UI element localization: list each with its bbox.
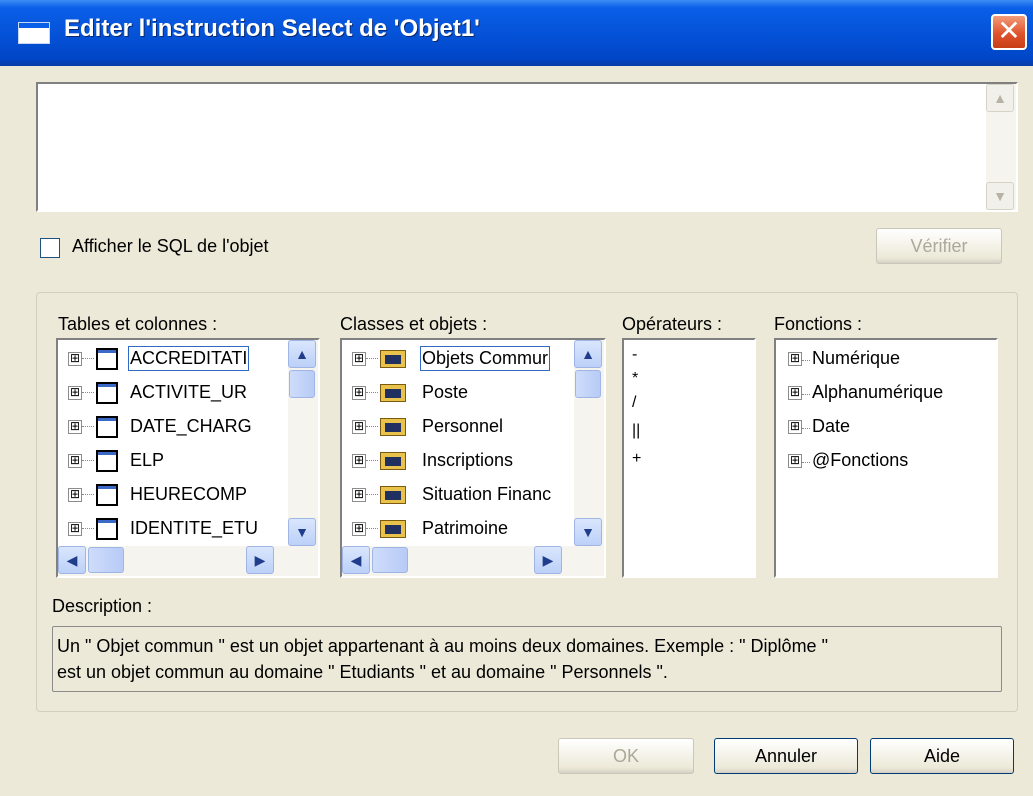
sql-editor-scrollbar[interactable]: ▲ ▼ xyxy=(986,84,1016,210)
tree-item-label: Situation Financ xyxy=(422,484,552,504)
table-icon xyxy=(96,416,118,438)
description-text-line: est un objet commun au domaine " Etudian… xyxy=(57,662,668,682)
tree-item-label: Patrimoine xyxy=(422,518,509,538)
expand-icon[interactable]: ⊞ xyxy=(788,386,802,400)
tree-item-label: ELP xyxy=(130,450,165,470)
class-folder-icon xyxy=(380,520,406,538)
ok-button[interactable]: OK xyxy=(558,738,694,774)
expand-icon[interactable]: ⊞ xyxy=(68,488,82,502)
tree-item-label: Poste xyxy=(422,382,469,402)
tables-hscrollbar[interactable]: ◀ ▶ xyxy=(58,546,318,576)
window-icon xyxy=(18,22,50,44)
classes-tree[interactable]: ⊞ Objets Commur ⊞ Poste ⊞ Personnel ⊞ In… xyxy=(340,338,606,578)
operator-item[interactable]: || xyxy=(632,422,640,440)
expand-icon[interactable]: ⊞ xyxy=(352,352,366,366)
scroll-up-icon[interactable]: ▲ xyxy=(574,340,602,368)
scroll-thumb[interactable] xyxy=(289,370,315,398)
tables-tree[interactable]: ⊞ ACCREDITATI ⊞ ACTIVITE_UR ⊞ DATE_CHARG… xyxy=(56,338,320,578)
tables-vscrollbar[interactable]: ▲ ▼ xyxy=(288,340,318,546)
tree-item-label: DATE_CHARG xyxy=(130,416,252,436)
help-button[interactable]: Aide xyxy=(870,738,1014,774)
tree-item-label: HEURECOMP xyxy=(130,484,248,504)
scroll-left-icon[interactable]: ◀ xyxy=(58,546,86,574)
tree-item-label: ACTIVITE_UR xyxy=(130,382,248,402)
class-folder-icon xyxy=(380,418,406,436)
table-icon xyxy=(96,348,118,370)
expand-icon[interactable]: ⊞ xyxy=(352,454,366,468)
description-box: Un " Objet commun " est un objet apparte… xyxy=(52,626,1002,692)
expand-icon[interactable]: ⊞ xyxy=(352,522,366,536)
expand-icon[interactable]: ⊞ xyxy=(788,420,802,434)
sql-editor[interactable]: ▲ ▼ xyxy=(36,82,1018,212)
class-folder-icon xyxy=(380,452,406,470)
scroll-thumb[interactable] xyxy=(88,547,124,573)
classes-vscrollbar[interactable]: ▲ ▼ xyxy=(574,340,604,546)
scroll-up-icon[interactable]: ▲ xyxy=(986,84,1014,112)
expand-icon[interactable]: ⊞ xyxy=(68,420,82,434)
scroll-down-icon[interactable]: ▼ xyxy=(288,518,316,546)
expand-icon[interactable]: ⊞ xyxy=(788,352,802,366)
tree-item-label: Objets Commur xyxy=(419,346,551,371)
operator-item[interactable]: * xyxy=(632,370,638,388)
functions-label: Fonctions : xyxy=(774,314,863,334)
table-icon xyxy=(96,518,118,540)
tables-label: Tables et colonnes : xyxy=(58,314,218,334)
show-sql-label: Afficher le SQL de l'objet xyxy=(72,236,269,256)
expand-icon[interactable]: ⊞ xyxy=(352,386,366,400)
tree-item-label: Numérique xyxy=(812,348,901,368)
expand-icon[interactable]: ⊞ xyxy=(788,454,802,468)
classes-label: Classes et objets : xyxy=(340,314,488,334)
close-button[interactable]: ✕ xyxy=(991,14,1027,50)
class-folder-icon xyxy=(380,350,406,368)
expand-icon[interactable]: ⊞ xyxy=(68,522,82,536)
title-bar[interactable]: Editer l'instruction Select de 'Objet1' … xyxy=(0,0,1033,66)
window-title: Editer l'instruction Select de 'Objet1' xyxy=(64,15,480,42)
table-icon xyxy=(96,484,118,506)
table-icon xyxy=(96,382,118,404)
scroll-up-icon[interactable]: ▲ xyxy=(288,340,316,368)
tree-item-label: IDENTITE_ETU xyxy=(130,518,259,538)
cancel-button[interactable]: Annuler xyxy=(714,738,858,774)
operator-item[interactable]: - xyxy=(632,346,637,364)
tree-item-label: Personnel xyxy=(422,416,504,436)
tree-item-label: Inscriptions xyxy=(422,450,514,470)
expand-icon[interactable]: ⊞ xyxy=(352,488,366,502)
operators-list[interactable]: - * / || + xyxy=(622,338,756,578)
tree-item-label: Alphanumérique xyxy=(812,382,944,402)
show-sql-checkbox[interactable] xyxy=(40,238,60,258)
dialog-window: Editer l'instruction Select de 'Objet1' … xyxy=(0,0,1033,796)
class-folder-icon xyxy=(380,384,406,402)
functions-tree[interactable]: ⊞ Numérique ⊞ Alphanumérique ⊞ Date ⊞ @F… xyxy=(774,338,998,578)
tree-item-label: Date xyxy=(812,416,851,436)
operator-item[interactable]: + xyxy=(632,450,641,468)
expand-icon[interactable]: ⊞ xyxy=(68,454,82,468)
verify-button[interactable]: Vérifier xyxy=(876,228,1002,264)
scroll-thumb[interactable] xyxy=(372,547,408,573)
table-icon xyxy=(96,450,118,472)
scroll-right-icon[interactable]: ▶ xyxy=(246,546,274,574)
description-text-line: Un " Objet commun " est un objet apparte… xyxy=(57,636,828,656)
class-folder-icon xyxy=(380,486,406,504)
scroll-thumb[interactable] xyxy=(575,370,601,398)
scroll-right-icon[interactable]: ▶ xyxy=(534,546,562,574)
scroll-left-icon[interactable]: ◀ xyxy=(342,546,370,574)
operator-item[interactable]: / xyxy=(632,394,636,412)
operators-label: Opérateurs : xyxy=(622,314,723,334)
expand-icon[interactable]: ⊞ xyxy=(352,420,366,434)
expand-icon[interactable]: ⊞ xyxy=(68,352,82,366)
scroll-down-icon[interactable]: ▼ xyxy=(574,518,602,546)
scroll-down-icon[interactable]: ▼ xyxy=(986,182,1014,210)
description-label: Description : xyxy=(52,596,153,616)
tree-item-label: @Fonctions xyxy=(812,450,909,470)
classes-hscrollbar[interactable]: ◀ ▶ xyxy=(342,546,604,576)
expand-icon[interactable]: ⊞ xyxy=(68,386,82,400)
tree-item-label: ACCREDITATI xyxy=(127,346,250,371)
